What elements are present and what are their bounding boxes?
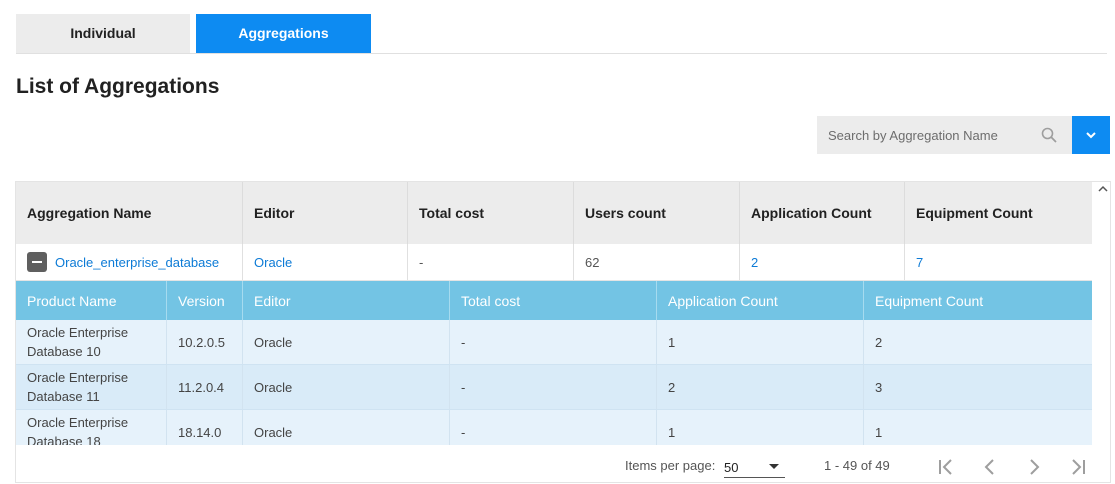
items-per-page-label: Items per page:: [625, 458, 716, 473]
next-page-button[interactable]: [1020, 453, 1048, 481]
chevron-down-icon: [1086, 132, 1096, 139]
items-per-page-select[interactable]: 50: [724, 457, 785, 478]
scroll-up-icon[interactable]: [1096, 182, 1110, 196]
editor-cell: Oracle: [243, 244, 408, 280]
column-header-application-count[interactable]: Application Count: [740, 182, 905, 244]
equipment-count-link[interactable]: 7: [916, 255, 923, 270]
version-cell: 11.2.0.4: [167, 365, 243, 409]
product-name-cell: Oracle Enterprise Database 11: [16, 365, 167, 409]
table-header: Aggregation Name Editor Total cost Users…: [16, 182, 1092, 244]
sub-column-header-total-cost: Total cost: [450, 281, 657, 320]
page-title: List of Aggregations: [16, 75, 220, 98]
application-count-cell: 2: [657, 365, 864, 409]
column-header-editor[interactable]: Editor: [243, 182, 408, 244]
chevron-right-icon: [1030, 459, 1040, 475]
last-page-button[interactable]: [1064, 453, 1092, 481]
first-page-icon: [939, 459, 952, 475]
application-count-cell: 2: [740, 244, 905, 280]
equipment-count-cell: 3: [875, 379, 883, 395]
sub-column-header-application-count: Application Count: [657, 281, 864, 320]
product-name-cell: Oracle Enterprise Database 10: [16, 320, 167, 364]
items-per-page-value: 50: [724, 460, 739, 475]
editor-link[interactable]: Oracle: [254, 255, 292, 270]
chevron-left-icon: [984, 459, 994, 475]
equipment-count-cell: 7: [905, 244, 1092, 280]
column-header-equipment-count[interactable]: Equipment Count: [905, 182, 1092, 244]
previous-page-button[interactable]: [976, 453, 1004, 481]
sub-table-row: Oracle Enterprise Database 10 10.2.0.5 O…: [16, 320, 1092, 365]
search-icon[interactable]: [1041, 127, 1057, 143]
editor-cell: Oracle: [243, 320, 450, 364]
sub-column-header-editor: Editor: [243, 281, 450, 320]
total-cost-cell: -: [450, 365, 657, 409]
sub-table-header: Product Name Version Editor Total cost A…: [16, 281, 1092, 320]
dropdown-arrow-icon: [769, 464, 779, 469]
sub-column-header-version: Version: [167, 281, 243, 320]
table-row: Oracle_enterprise_database Oracle - 62 2…: [16, 244, 1092, 281]
column-header-users-count[interactable]: Users count: [574, 182, 740, 244]
version-cell: 10.2.0.5: [167, 320, 243, 364]
paginator: Items per page: 50 1 - 49 of 49: [16, 445, 1110, 482]
sub-column-header-equipment-count: Equipment Count: [875, 292, 984, 309]
users-count-cell: 62: [574, 244, 740, 280]
minus-box-icon[interactable]: [27, 252, 47, 272]
editor-cell: Oracle: [243, 365, 450, 409]
first-page-button[interactable]: [932, 453, 960, 481]
tab-aggregations[interactable]: Aggregations: [196, 14, 371, 53]
equipment-count-cell: 2: [875, 334, 883, 350]
sub-column-header-product-name: Product Name: [16, 281, 167, 320]
page-range-label: 1 - 49 of 49: [824, 458, 890, 473]
search-box: [817, 116, 1072, 154]
aggregations-table: Aggregation Name Editor Total cost Users…: [15, 181, 1111, 483]
column-header-total-cost[interactable]: Total cost: [408, 182, 574, 244]
last-page-icon: [1072, 459, 1085, 475]
application-count-link[interactable]: 2: [751, 255, 758, 270]
aggregation-name-link[interactable]: Oracle_enterprise_database: [55, 255, 219, 270]
aggregation-name-cell: Oracle_enterprise_database: [16, 244, 243, 280]
total-cost-cell: -: [450, 320, 657, 364]
tab-individual[interactable]: Individual: [16, 14, 190, 53]
filter-dropdown-button[interactable]: [1072, 116, 1110, 154]
application-count-cell: 1: [657, 320, 864, 364]
column-header-aggregation-name[interactable]: Aggregation Name: [16, 182, 243, 244]
search-input[interactable]: [817, 116, 1032, 154]
sub-table-row: Oracle Enterprise Database 11 11.2.0.4 O…: [16, 365, 1092, 410]
tab-bar: Individual Aggregations: [16, 14, 1107, 54]
total-cost-cell: -: [408, 244, 574, 280]
